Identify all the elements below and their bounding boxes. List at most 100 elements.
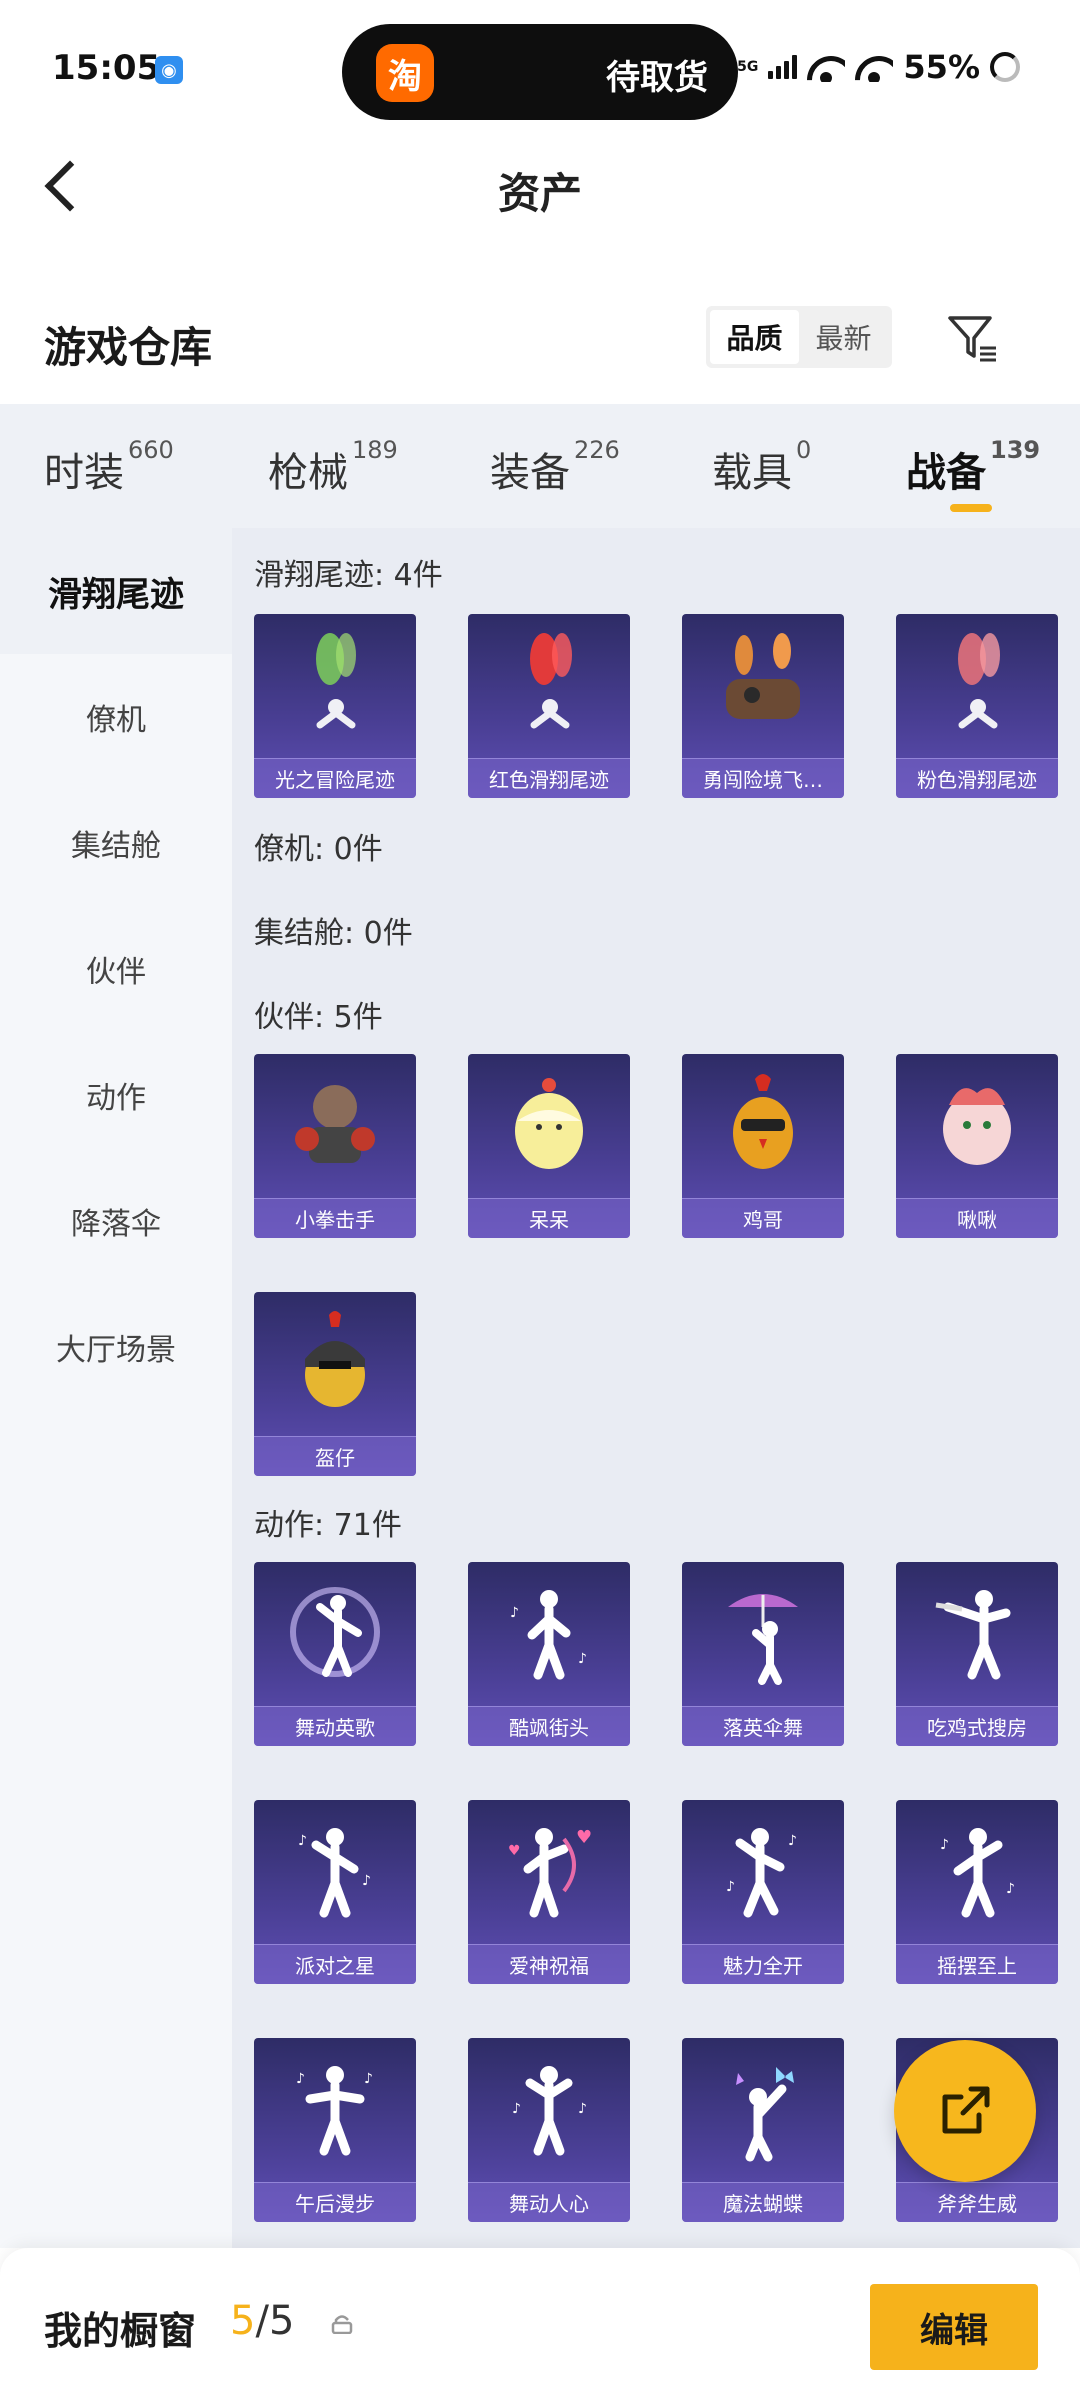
item-card[interactable]: 小拳击手 xyxy=(254,1054,416,1238)
item-card[interactable]: ♪ ♪ 摇摆至上 xyxy=(896,1800,1058,1984)
emote-pose-icon xyxy=(896,1562,1058,1702)
tab-equipment[interactable]: 装备 226 xyxy=(490,436,620,498)
item-card[interactable]: ♪ ♪ 派对之星 xyxy=(254,1800,416,1984)
group-heading: 集结舱: 0件 xyxy=(254,916,413,951)
sidenav-item-companion[interactable]: 伙伴 xyxy=(0,906,232,1032)
item-name: 光之冒险尾迹 xyxy=(254,758,416,798)
edit-button[interactable]: 编辑 xyxy=(870,2284,1038,2370)
svg-text:♪: ♪ xyxy=(578,1651,587,1667)
item-name: 舞动人心 xyxy=(468,2182,630,2222)
sidenav-item-lobby-scene[interactable]: 大厅场景 xyxy=(0,1284,232,1410)
sidenav-item-wingman[interactable]: 僚机 xyxy=(0,654,232,780)
item-card[interactable]: 魔法蝴蝶 xyxy=(682,2038,844,2222)
emote-pose-icon: ♪ ♪ xyxy=(254,2038,416,2178)
svg-text:♪: ♪ xyxy=(362,1873,371,1889)
item-card[interactable]: 勇闯险境飞… xyxy=(682,614,844,798)
filter-icon[interactable] xyxy=(944,310,1000,366)
emote-pose-icon xyxy=(682,2038,844,2178)
status-time: 15:05 xyxy=(52,48,161,88)
svg-text:♪: ♪ xyxy=(940,1837,949,1853)
item-card[interactable]: ♪ ♪ 酷飒街头 xyxy=(468,1562,630,1746)
item-name: 盔仔 xyxy=(254,1436,416,1476)
item-card[interactable]: 吃鸡式搜房 xyxy=(896,1562,1058,1746)
tab-count: 226 xyxy=(574,436,620,464)
tab-battle-prep[interactable]: 战备 139 xyxy=(906,436,1040,512)
section-title: 游戏仓库 xyxy=(44,323,213,372)
item-name: 爱神祝福 xyxy=(468,1944,630,1984)
item-card[interactable]: 落英伞舞 xyxy=(682,1562,844,1746)
sidenav-item-emote[interactable]: 动作 xyxy=(0,1032,232,1158)
tab-fashion[interactable]: 时装 660 xyxy=(44,436,174,498)
group-heading: 动作: 71件 xyxy=(254,1508,402,1543)
item-name: 勇闯险境飞… xyxy=(682,758,844,798)
showcase-count: 5/5 xyxy=(230,2298,295,2344)
svg-text:♪: ♪ xyxy=(298,1833,307,1849)
group-heading: 僚机: 0件 xyxy=(254,832,383,867)
item-name: 啾啾 xyxy=(896,1198,1058,1238)
svg-text:♪: ♪ xyxy=(788,1833,797,1849)
emote-pose-icon: ♪ ♪ xyxy=(468,2038,630,2178)
tab-count: 139 xyxy=(990,436,1041,464)
group-heading: 滑翔尾迹: 4件 xyxy=(254,558,443,593)
battery-icon xyxy=(990,52,1020,82)
network-label: 5G xyxy=(737,59,759,75)
item-card[interactable]: ♪ ♪ 午后漫步 xyxy=(254,2038,416,2222)
item-name: 舞动英歌 xyxy=(254,1706,416,1746)
item-card[interactable]: 鸡哥 xyxy=(682,1054,844,1238)
share-button[interactable] xyxy=(894,2040,1036,2182)
tab-count: 0 xyxy=(796,436,812,464)
sidenav-item-rally-pod[interactable]: 集结舱 xyxy=(0,780,232,906)
item-card[interactable]: 光之冒险尾迹 xyxy=(254,614,416,798)
status-indicators: 5G 55% xyxy=(737,48,1020,86)
status-bar: 15:05 ◉ 淘 待取货 5G 55% xyxy=(0,0,1080,140)
sidenav-item-glide-trail[interactable]: 滑翔尾迹 xyxy=(0,528,232,654)
tab-count: 189 xyxy=(352,436,398,464)
item-card[interactable]: 红色滑翔尾迹 xyxy=(468,614,630,798)
sidenav-item-parachute[interactable]: 降落伞 xyxy=(0,1158,232,1284)
item-card[interactable]: ♥ ♥ 爱神祝福 xyxy=(468,1800,630,1984)
dynamic-island[interactable]: 淘 待取货 xyxy=(342,24,738,120)
share-icon xyxy=(942,2086,990,2134)
showcase-bar: 我的橱窗 5/5 编辑 xyxy=(0,2248,1080,2400)
item-name: 派对之星 xyxy=(254,1944,416,1984)
companion-icon xyxy=(254,1054,416,1194)
item-card[interactable]: 盔仔 xyxy=(254,1292,416,1476)
item-name: 摇摆至上 xyxy=(896,1944,1058,1984)
companion-icon xyxy=(254,1292,416,1432)
item-card[interactable]: ♪ ♪ 舞动人心 xyxy=(468,2038,630,2222)
wifi-icon xyxy=(807,52,845,82)
showcase-title: 我的橱窗 xyxy=(44,2309,197,2353)
signal-icon xyxy=(768,55,798,79)
category-tabs: 时装 660 枪械 189 装备 226 载具 0 战备 139 xyxy=(0,404,1080,528)
emote-pose-icon xyxy=(682,1562,844,1702)
companion-icon xyxy=(468,1054,630,1194)
sort-quality-button[interactable]: 品质 xyxy=(710,310,799,364)
item-card[interactable]: 啾啾 xyxy=(896,1054,1058,1238)
hotspot-icon: ◉ xyxy=(155,56,183,84)
tab-vehicles[interactable]: 载具 0 xyxy=(712,436,811,498)
companion-icon xyxy=(896,1054,1058,1194)
island-text: 待取货 xyxy=(606,58,708,98)
emote-pose-icon: ♪ ♪ xyxy=(682,1800,844,1940)
svg-text:♥: ♥ xyxy=(508,1843,521,1859)
svg-text:♪: ♪ xyxy=(1006,1881,1015,1897)
item-card[interactable]: 粉色滑翔尾迹 xyxy=(896,614,1058,798)
item-grid: 滑翔尾迹: 4件 光之冒险尾迹 红色滑翔尾迹 勇闯险境飞… 粉色滑翔尾迹 僚机:… xyxy=(232,528,1080,2248)
emote-pose-icon: ♪ ♪ xyxy=(254,1800,416,1940)
svg-text:♪: ♪ xyxy=(296,2071,305,2087)
item-name: 呆呆 xyxy=(468,1198,630,1238)
emote-pose-icon: ♥ ♥ xyxy=(468,1800,630,1940)
item-name: 红色滑翔尾迹 xyxy=(468,758,630,798)
tab-guns[interactable]: 枪械 189 xyxy=(268,436,398,498)
item-card[interactable]: 呆呆 xyxy=(468,1054,630,1238)
item-card[interactable]: ♪ ♪ 魅力全开 xyxy=(682,1800,844,1984)
glide-trail-icon xyxy=(468,614,630,754)
item-name: 吃鸡式搜房 xyxy=(896,1706,1058,1746)
sort-newest-button[interactable]: 最新 xyxy=(799,310,888,364)
item-card[interactable]: 舞动英歌 xyxy=(254,1562,416,1746)
svg-text:♪: ♪ xyxy=(512,2101,521,2117)
item-name: 酷飒街头 xyxy=(468,1706,630,1746)
svg-text:♪: ♪ xyxy=(578,2101,587,2117)
item-name: 鸡哥 xyxy=(682,1198,844,1238)
item-name: 魔法蝴蝶 xyxy=(682,2182,844,2222)
